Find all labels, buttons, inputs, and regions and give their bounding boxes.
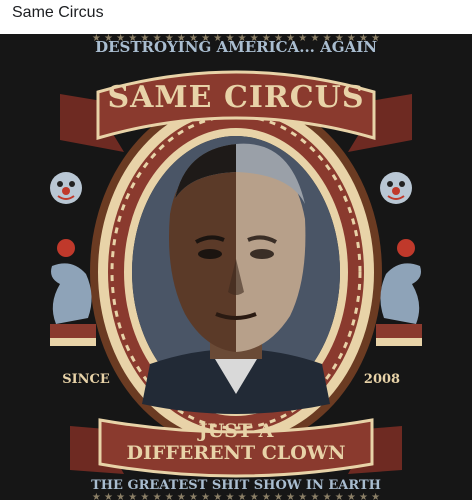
post-caption: Same Circus bbox=[12, 4, 104, 21]
banner-line-2: DIFFERENT CLOWN bbox=[126, 442, 346, 464]
poster-title: SAME CIRCUS bbox=[107, 80, 365, 115]
svg-text:★ ★ ★ ★ ★ ★ ★ ★ ★ ★ ★ ★ ★ ★ ★: ★ ★ ★ ★ ★ ★ ★ ★ ★ ★ ★ ★ ★ ★ ★ ★ ★ ★ ★ ★ … bbox=[92, 492, 380, 500]
portrait-illustration bbox=[132, 136, 340, 414]
poster-top-text: DESTROYING AMERICA... AGAIN bbox=[95, 38, 377, 56]
poster-bottom-text: THE GREATEST SHIT SHOW IN EARTH bbox=[91, 478, 381, 493]
poster-left-label: SINCE bbox=[62, 372, 110, 387]
post-caption-bar: Same Circus bbox=[0, 0, 472, 34]
clown-face-icon-right bbox=[380, 172, 412, 204]
star-row-bottom-icon: ★ ★ ★ ★ ★ ★ ★ ★ ★ ★ ★ ★ ★ ★ ★ ★ ★ ★ ★ ★ … bbox=[92, 492, 380, 500]
tshirt-poster-image: ★ ★ ★ ★ ★ ★ ★ ★ ★ ★ ★ ★ ★ ★ ★ ★ ★ ★ ★ ★ … bbox=[0, 34, 472, 500]
poster-right-label: 2008 bbox=[363, 372, 401, 387]
clown-face-icon-left bbox=[50, 172, 82, 204]
banner-line-1: JUST A bbox=[198, 420, 274, 442]
